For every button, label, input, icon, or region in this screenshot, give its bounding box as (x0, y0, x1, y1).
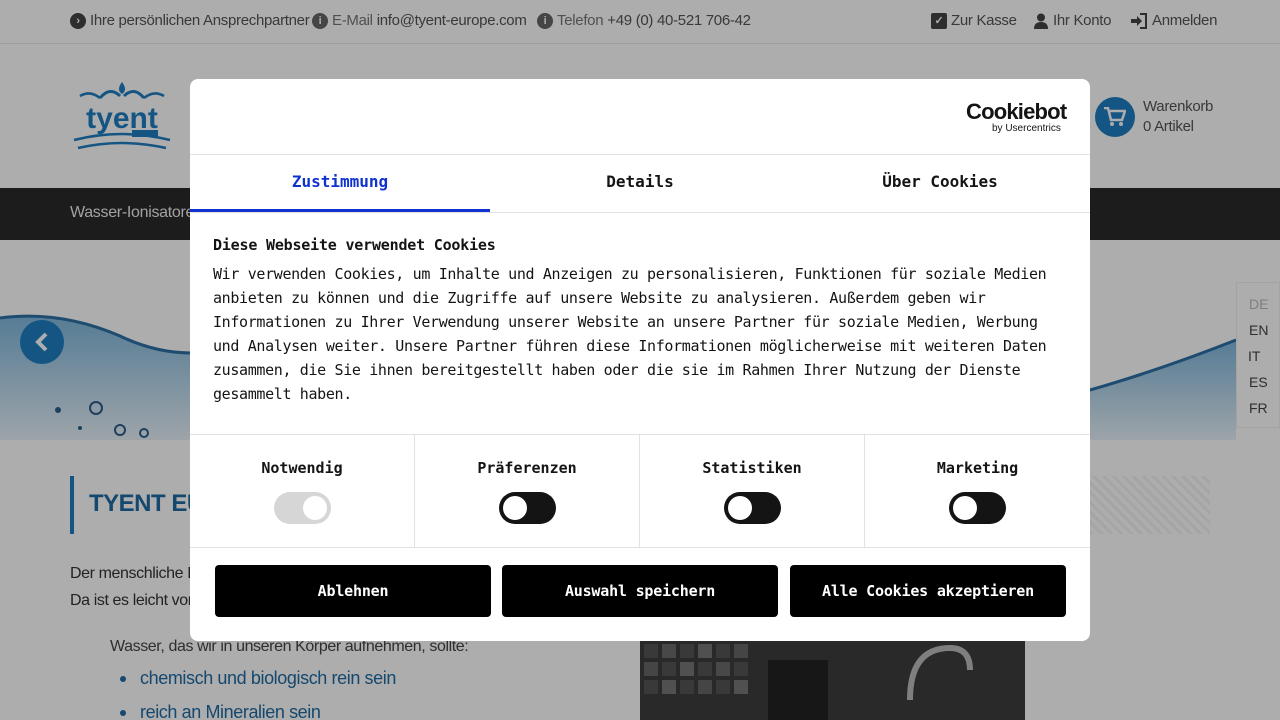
cookiebot-logo: Cookiebot by Usercentrics (966, 99, 1067, 135)
save-selection-button[interactable]: Auswahl speichern (502, 565, 778, 617)
dialog-header: Cookiebot by Usercentrics (190, 79, 1090, 155)
decline-button[interactable]: Ablehnen (215, 565, 491, 617)
necessary-toggle (274, 492, 331, 524)
dialog-title: Diese Webseite verwendet Cookies (213, 236, 496, 254)
statistics-toggle[interactable] (724, 492, 781, 524)
cookie-consent-dialog: Cookiebot by Usercentrics Zustimmung Det… (190, 79, 1090, 641)
dialog-actions: Ablehnen Auswahl speichern Alle Cookies … (215, 565, 1067, 617)
dialog-tabs: Zustimmung Details Über Cookies (190, 155, 1090, 213)
accept-all-button[interactable]: Alle Cookies akzeptieren (790, 565, 1066, 617)
category-marketing: Marketing (865, 435, 1090, 547)
category-statistics: Statistiken (640, 435, 865, 547)
category-preferences: Präferenzen (415, 435, 640, 547)
tab-details[interactable]: Details (490, 155, 790, 212)
tab-consent[interactable]: Zustimmung (190, 155, 490, 212)
category-necessary: Notwendig (190, 435, 415, 547)
preferences-toggle[interactable] (499, 492, 556, 524)
marketing-toggle[interactable] (949, 492, 1006, 524)
dialog-body: Diese Webseite verwendet Cookies Wir ver… (213, 236, 1073, 406)
consent-categories: Notwendig Präferenzen Statistiken Market… (190, 434, 1090, 548)
tab-about-cookies[interactable]: Über Cookies (790, 155, 1090, 212)
dialog-description: Wir verwenden Cookies, um Inhalte und An… (213, 265, 1047, 403)
